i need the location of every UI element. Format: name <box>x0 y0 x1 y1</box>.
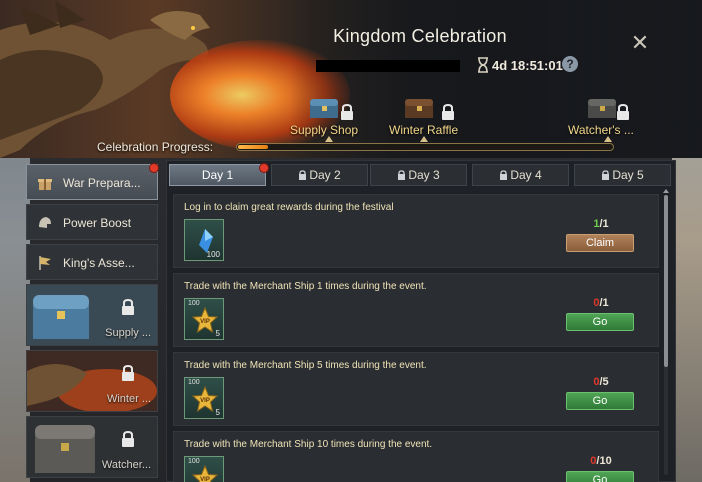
scroll-up-arrow[interactable] <box>663 189 669 193</box>
tab-day-3[interactable]: Day 3 <box>370 164 467 186</box>
progress-label: Celebration Progress: <box>97 140 214 154</box>
task-description: Log in to claim great rewards during the… <box>184 202 394 213</box>
lock-icon <box>299 170 307 180</box>
task-progress-count: 0/1 <box>566 297 636 309</box>
reward-item[interactable]: 100 VIP <box>184 456 224 482</box>
progress-marker <box>325 136 333 142</box>
milestone-label: Winter Raffle <box>389 123 459 137</box>
go-button[interactable]: Go <box>566 471 634 482</box>
task-description: Trade with the Merchant Ship 10 times du… <box>184 439 433 450</box>
tab-day-1[interactable]: Day 1 <box>169 164 266 186</box>
task-description: Trade with the Merchant Ship 1 times dur… <box>184 281 427 292</box>
lock-icon <box>602 170 610 180</box>
reward-item[interactable]: 100 VIP 5 <box>184 377 224 419</box>
list-item: Trade with the Merchant Ship 1 times dur… <box>173 273 659 347</box>
reward-item[interactable]: 100 <box>184 219 224 261</box>
tab-day-5[interactable]: Day 5 <box>574 164 671 186</box>
sidebar-item-label: Winter ... <box>106 393 151 405</box>
sidebar-item-war-preparations[interactable]: War Prepara... <box>26 163 159 200</box>
lock-icon <box>500 170 508 180</box>
task-panel: Day 1 Day 2 Day 3 Day 4 Day 5 Log in to … <box>166 160 676 482</box>
gift-icon <box>38 179 52 190</box>
progress-total: /10 <box>596 455 612 467</box>
milestone-watchers[interactable]: Watcher's ... <box>568 96 648 140</box>
milestone-winter-raffle[interactable]: Winter Raffle <box>389 96 469 140</box>
lock-icon <box>122 431 134 447</box>
sidebar: War Prepara... Power Boost King's Asse..… <box>26 163 160 482</box>
progress-marker <box>420 136 428 142</box>
chest-icon <box>310 99 338 118</box>
task-progress-count: 0/10 <box>566 455 636 467</box>
hourglass-icon <box>478 57 488 73</box>
reward-quantity: 5 <box>215 408 220 417</box>
sidebar-item-label: Power Boost <box>63 216 132 230</box>
reward-item[interactable]: 100 VIP 5 <box>184 298 224 340</box>
flag-icon <box>39 256 51 270</box>
list-item: Trade with the Merchant Ship 10 times du… <box>173 431 659 482</box>
event-timer: 4d 18:51:01 <box>492 58 563 73</box>
reward-quantity: 5 <box>215 329 220 338</box>
progress-total: /5 <box>599 376 609 388</box>
tab-label: Day 4 <box>510 168 542 182</box>
helmet-icon <box>39 217 51 228</box>
list-item: Trade with the Merchant Ship 5 times dur… <box>173 352 659 426</box>
go-button[interactable]: Go <box>566 392 634 410</box>
lock-icon <box>122 299 134 315</box>
tab-label: Day 5 <box>612 168 644 182</box>
reward-quantity: 100 <box>206 250 220 259</box>
sidebar-item-kings-assets[interactable]: King's Asse... <box>26 244 158 280</box>
claim-button[interactable]: Claim <box>566 234 634 252</box>
go-button[interactable]: Go <box>566 313 634 331</box>
task-progress-count: 1/1 <box>566 218 636 230</box>
day-tabs: Day 1 Day 2 Day 3 Day 4 Day 5 <box>167 163 677 186</box>
sidebar-item-winter[interactable]: Winter ... <box>26 350 158 412</box>
scroll-thumb[interactable] <box>664 195 668 367</box>
svg-text:VIP: VIP <box>200 319 210 325</box>
milestone-supply-shop[interactable]: Supply Shop <box>290 96 370 140</box>
vip-star-icon: VIP <box>191 464 219 482</box>
notification-dot <box>259 163 269 173</box>
svg-text:VIP: VIP <box>200 477 210 482</box>
chest-icon <box>405 99 433 118</box>
milestone-label: Watcher's ... <box>568 123 634 137</box>
page-title: Kingdom Celebration <box>333 26 507 46</box>
lock-icon <box>398 170 406 180</box>
sidebar-item-power-boost[interactable]: Power Boost <box>26 204 158 240</box>
tab-label: Day 2 <box>309 168 341 182</box>
notification-dot <box>149 163 159 173</box>
task-description: Trade with the Merchant Ship 5 times dur… <box>184 360 427 371</box>
redacted-bar <box>316 60 460 72</box>
tab-label: Day 1 <box>201 168 234 182</box>
list-item: Log in to claim great rewards during the… <box>173 194 659 268</box>
tab-day-4[interactable]: Day 4 <box>472 164 569 186</box>
tab-day-2[interactable]: Day 2 <box>271 164 368 186</box>
lock-icon <box>442 104 454 120</box>
progress-total: /1 <box>599 218 609 230</box>
task-progress-count: 0/5 <box>566 376 636 388</box>
sidebar-item-watcher[interactable]: Watcher... <box>26 416 158 478</box>
sidebar-item-label: War Prepara... <box>63 176 141 190</box>
svg-text:VIP: VIP <box>200 398 210 404</box>
sidebar-item-label: King's Asse... <box>63 256 135 270</box>
tab-label: Day 3 <box>408 168 440 182</box>
help-icon[interactable]: ? <box>562 56 578 72</box>
progress-marker <box>604 136 612 142</box>
lock-icon <box>617 104 629 120</box>
milestone-label: Supply Shop <box>290 123 359 137</box>
chest-icon <box>588 99 616 118</box>
progress-fill <box>238 145 268 149</box>
lock-icon <box>341 104 353 120</box>
close-icon[interactable]: ✕ <box>630 32 650 54</box>
lock-icon <box>122 365 134 381</box>
progress-total: /1 <box>599 297 609 309</box>
scrollbar[interactable] <box>664 195 668 475</box>
sidebar-item-label: Watcher... <box>101 459 151 471</box>
celebration-progress-bar <box>236 143 614 151</box>
sidebar-item-supply[interactable]: Supply ... <box>26 284 158 346</box>
sidebar-item-label: Supply ... <box>105 327 151 339</box>
